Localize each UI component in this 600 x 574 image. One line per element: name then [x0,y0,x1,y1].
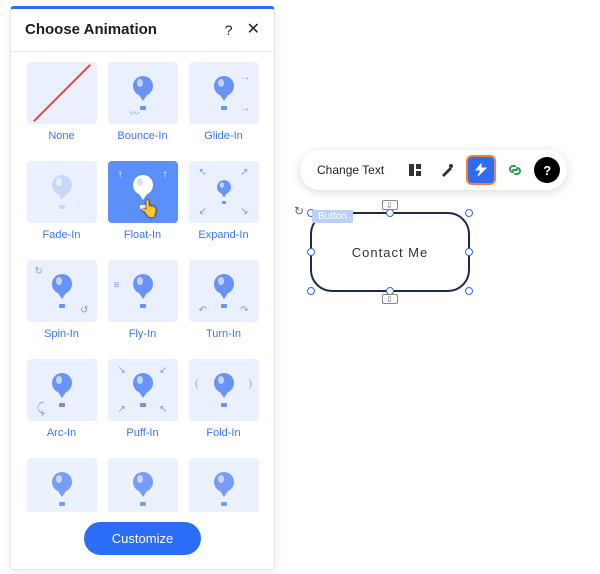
animation-label: Float-In [124,229,161,241]
balloon-icon [212,76,236,110]
none-slash-icon [33,64,91,122]
balloon-icon [131,274,155,308]
resize-handle-tr[interactable] [465,209,473,217]
panel-header: Choose Animation ? ✕ [11,9,274,51]
balloon-icon [215,180,232,204]
animation-bounce-in[interactable]: 〰 Bounce-In [106,62,179,155]
help-icon[interactable]: ? [225,22,233,38]
balloon-icon [50,373,74,407]
animation-label: None [48,130,74,142]
customize-button[interactable]: Customize [84,522,201,555]
animation-turn-in[interactable]: ↶↷ Turn-In [187,260,260,353]
animation-panel: Choose Animation ? ✕ None 〰 Bounce-In → … [10,6,275,570]
animation-fold-in[interactable]: ⟨⟩ Fold-In [187,359,260,452]
balloon-icon [212,472,236,506]
rotate-handle-icon[interactable]: ↻ [294,204,304,218]
balloon-icon [131,373,155,407]
animation-label: Turn-In [206,328,241,340]
customize-bar: Customize [11,512,274,569]
animation-spin-in[interactable]: ↻↺ Spin-In [25,260,98,353]
help-circle-icon[interactable]: ? [534,157,560,183]
animation-label: Spin-In [44,328,79,340]
animation-float-in[interactable]: ↑ ↑ 👆 Float-In [106,161,179,254]
animation-fade-in[interactable]: Fade-In [25,161,98,254]
animation-glide-in[interactable]: → → Glide-In [187,62,260,155]
animation-label: Glide-In [204,130,243,142]
cursor-hand-icon: 👆 [140,199,160,219]
stretch-grip-top[interactable]: ⇩ [382,200,398,210]
balloon-icon [50,472,74,506]
animation-label: Expand-In [198,229,248,241]
resize-handle-ml[interactable] [307,248,315,256]
animation-label: Fly-In [129,328,157,340]
animation-grid: None 〰 Bounce-In → → Glide-In Fade-In [11,60,274,512]
panel-title: Choose Animation [25,21,157,38]
animation-label: Fade-In [43,229,81,241]
balloon-icon [50,175,74,209]
animation-label: Fold-In [206,427,240,439]
animation-expand-in[interactable]: ↖↗ ↙↘ Expand-In [187,161,260,254]
element-type-tag: Button [312,210,353,223]
balloon-icon [131,472,155,506]
stretch-grip-bottom[interactable]: ⇩ [382,294,398,304]
animation-puff-in[interactable]: ↘↙ ↗↖ Puff-In [106,359,179,452]
animation-extra[interactable] [106,458,179,512]
animation-icon[interactable] [466,155,496,185]
animation-none[interactable]: None [25,62,98,155]
contact-me-button[interactable]: Contact Me ⇩ ⇩ [310,212,470,292]
selected-element-wrap: ↻ Button Contact Me ⇩ ⇩ [310,212,475,292]
resize-handle-br[interactable] [465,287,473,295]
animation-label: Arc-In [47,427,76,439]
balloon-icon [50,274,74,308]
animation-extra[interactable] [25,458,98,512]
change-text-button[interactable]: Change Text [305,157,396,183]
resize-handle-bl[interactable] [307,287,315,295]
design-brush-icon[interactable] [434,157,460,183]
balloon-icon [212,373,236,407]
animation-arc-in[interactable]: ⤹ Arc-In [25,359,98,452]
resize-handle-mt[interactable] [386,209,394,217]
layout-icon[interactable] [402,157,428,183]
divider [11,51,274,52]
animation-label: Puff-In [126,427,158,439]
link-icon[interactable] [502,157,528,183]
animation-label: Bounce-In [117,130,167,142]
element-text: Contact Me [352,245,428,260]
balloon-icon [212,274,236,308]
close-icon[interactable]: ✕ [247,22,260,38]
resize-handle-mr[interactable] [465,248,473,256]
animation-extra[interactable] [187,458,260,512]
animation-fly-in[interactable]: ≡ Fly-In [106,260,179,353]
floating-toolbar: Change Text ? [300,150,567,190]
canvas-area: Change Text ? ↻ Button Contact Me [300,150,590,292]
